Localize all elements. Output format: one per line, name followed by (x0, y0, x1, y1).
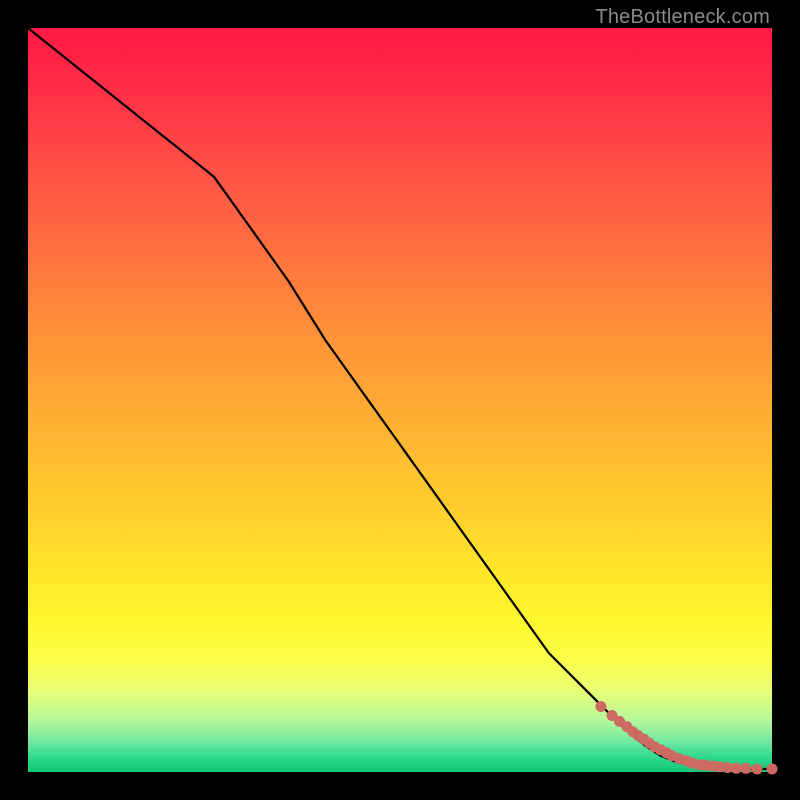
scatter-points (595, 701, 777, 775)
chart-overlay (0, 0, 800, 800)
chart-frame: TheBottleneck.com (0, 0, 800, 800)
curve-line (28, 28, 772, 769)
